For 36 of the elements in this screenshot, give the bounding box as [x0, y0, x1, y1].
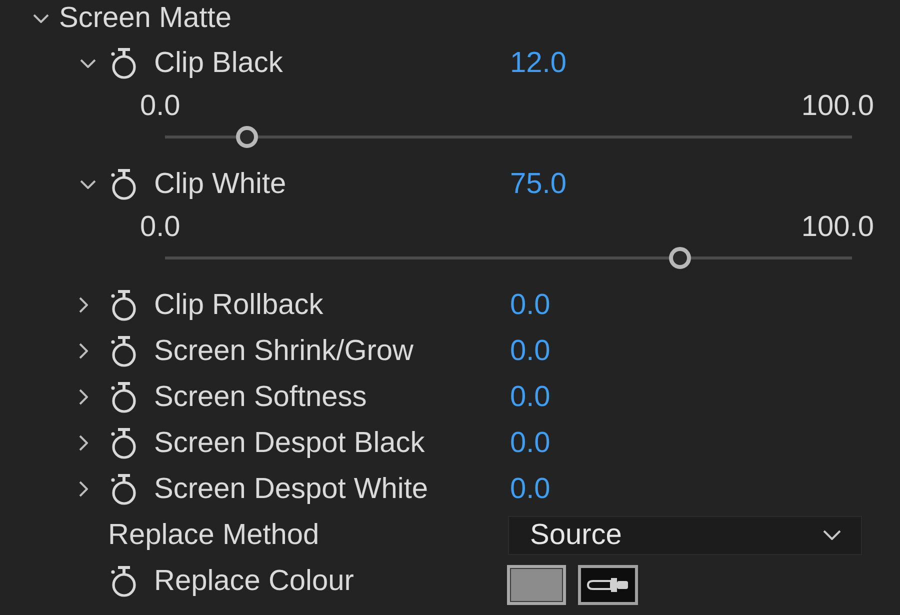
- chevron-icon[interactable]: [79, 343, 88, 359]
- chevron-icon[interactable]: [79, 481, 88, 497]
- chevron-icon[interactable]: [79, 297, 88, 313]
- chevron-icon[interactable]: [79, 389, 88, 405]
- group-label: Screen Matte: [59, 2, 232, 34]
- property-value[interactable]: 0.0: [510, 288, 550, 322]
- property-label: Screen Despot Black: [154, 426, 425, 460]
- property-value[interactable]: 0.0: [510, 380, 550, 414]
- property-value[interactable]: 75.0: [510, 168, 566, 200]
- chevron-icon[interactable]: [80, 58, 96, 68]
- range-min-label: 0.0: [140, 210, 180, 244]
- property-label: Replace Method: [108, 518, 320, 552]
- range-max-label: 100.0: [801, 90, 874, 122]
- dropdown[interactable]: Source: [508, 516, 862, 554]
- property-label: Screen Softness: [154, 380, 367, 414]
- property-label: Clip Rollback: [154, 288, 324, 322]
- property-label: Screen Despot White: [154, 472, 428, 506]
- slider-thumb[interactable]: [669, 247, 692, 269]
- property-value[interactable]: 0.0: [510, 472, 550, 506]
- eyedropper-icon: [585, 575, 631, 595]
- property-value[interactable]: 0.0: [510, 426, 550, 460]
- eyedropper-button[interactable]: [578, 565, 638, 605]
- property-label: Clip White: [154, 168, 286, 200]
- color-swatch[interactable]: [507, 565, 566, 605]
- chevron-icon[interactable]: [33, 14, 49, 22]
- chevron-icon[interactable]: [79, 435, 88, 451]
- slider-thumb[interactable]: [236, 126, 258, 148]
- property-value[interactable]: 12.0: [510, 46, 566, 80]
- property-value[interactable]: 0.0: [510, 334, 550, 368]
- property-label: Replace Colour: [154, 564, 354, 598]
- chevron-icon[interactable]: [80, 180, 96, 188]
- property-label: Screen Shrink/Grow: [154, 334, 414, 368]
- property-label: Clip Black: [154, 46, 283, 80]
- range-min-label: 0.0: [140, 90, 180, 122]
- range-max-label: 100.0: [801, 210, 874, 244]
- caret-icon: [823, 530, 841, 540]
